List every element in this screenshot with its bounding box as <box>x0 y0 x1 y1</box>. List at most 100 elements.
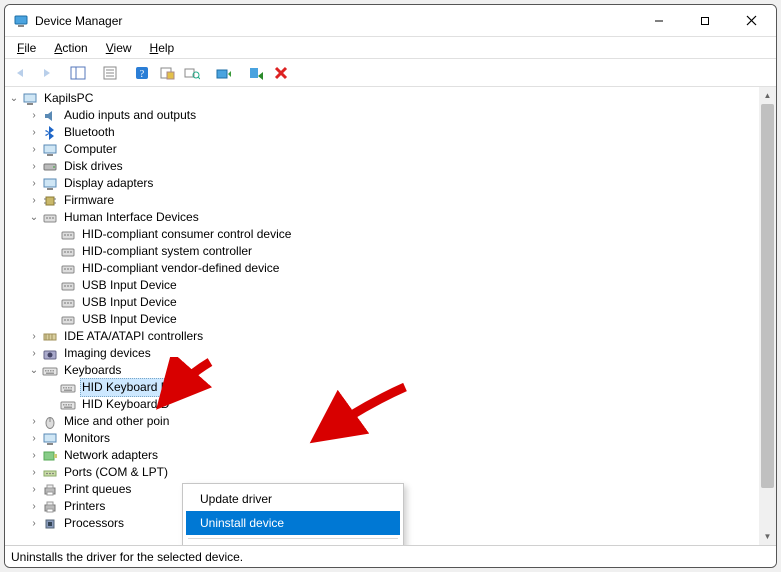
tree-item[interactable]: ›Monitors <box>5 430 759 447</box>
action-button[interactable] <box>155 61 179 85</box>
forward-button[interactable] <box>34 61 58 85</box>
expander-icon[interactable]: › <box>27 194 41 208</box>
expander-icon[interactable]: › <box>27 143 41 157</box>
tree-item[interactable]: › Imaging devices <box>5 345 759 362</box>
tree-label: Bluetooth <box>62 124 117 141</box>
keyboard-icon <box>42 363 58 379</box>
app-icon <box>13 13 29 29</box>
tree-item[interactable]: ›Disk drives <box>5 158 759 175</box>
printer-icon <box>42 499 58 515</box>
tree-label: KapilsPC <box>42 90 95 107</box>
vertical-scrollbar[interactable]: ▲ ▼ <box>759 87 776 545</box>
expander-icon[interactable]: › <box>27 449 41 463</box>
tree-label: HID-compliant vendor-defined device <box>80 260 281 277</box>
uninstall-button[interactable] <box>269 61 293 85</box>
tree-label: Printers <box>62 498 107 515</box>
expander-icon[interactable]: › <box>27 126 41 140</box>
context-menu: Update driverUninstall device Scan for ha… <box>182 483 404 545</box>
tree-label: HID Keyboard D <box>80 396 171 413</box>
tree-label: Keyboards <box>62 362 123 379</box>
tree-item[interactable]: USB Input Device <box>5 294 759 311</box>
menu-view[interactable]: View <box>98 39 140 57</box>
tree-item[interactable]: › Mice and other poin <box>5 413 759 430</box>
properties-button[interactable] <box>98 61 122 85</box>
window-title: Device Manager <box>35 14 636 28</box>
ide-icon <box>42 329 58 345</box>
expander-icon[interactable]: › <box>27 177 41 191</box>
tree-label: Imaging devices <box>62 345 153 362</box>
tree-label: Mice and other poin <box>62 413 171 430</box>
keyboard-icon <box>60 380 76 396</box>
hid-icon <box>60 261 76 277</box>
cpu-icon <box>42 516 58 532</box>
speaker-icon <box>42 108 58 124</box>
context-menu-item[interactable]: Update driver <box>186 487 400 511</box>
menu-file[interactable]: File <box>9 39 44 57</box>
expander-icon[interactable]: › <box>27 330 41 344</box>
disable-device-button[interactable] <box>244 61 268 85</box>
expander-icon[interactable]: ⌄ <box>7 92 21 106</box>
mouse-icon <box>42 414 58 430</box>
scroll-down-arrow[interactable]: ▼ <box>759 528 776 545</box>
expander-icon[interactable]: › <box>27 109 41 123</box>
tree-item[interactable]: HID Keyboard D <box>5 379 759 396</box>
back-button[interactable] <box>9 61 33 85</box>
tree-item[interactable]: HID-compliant system controller <box>5 243 759 260</box>
scroll-up-arrow[interactable]: ▲ <box>759 87 776 104</box>
tree-item[interactable]: HID-compliant vendor-defined device <box>5 260 759 277</box>
scan-hardware-button[interactable] <box>180 61 204 85</box>
expander-icon[interactable]: › <box>27 432 41 446</box>
expander-icon[interactable]: › <box>27 483 41 497</box>
minimize-button[interactable] <box>636 6 682 36</box>
expander-icon[interactable]: ⌄ <box>27 364 41 378</box>
scroll-thumb[interactable] <box>761 104 774 488</box>
update-driver-button[interactable] <box>212 61 236 85</box>
expander-icon[interactable]: › <box>27 500 41 514</box>
menu-action[interactable]: Action <box>46 39 95 57</box>
tree-item[interactable]: USB Input Device <box>5 311 759 328</box>
tree-label: HID-compliant system controller <box>80 243 254 260</box>
expander-icon[interactable]: › <box>27 466 41 480</box>
tree-item[interactable]: ⌄Human Interface Devices <box>5 209 759 226</box>
nic-icon <box>42 448 58 464</box>
menu-help[interactable]: Help <box>142 39 183 57</box>
context-menu-item[interactable]: Scan for hardware changes <box>186 542 400 545</box>
device-tree[interactable]: ⌄KapilsPC›Audio inputs and outputs›Bluet… <box>5 87 759 545</box>
tree-item[interactable]: › IDE ATA/ATAPI controllers <box>5 328 759 345</box>
tree-item[interactable]: › Network adapters <box>5 447 759 464</box>
tree-item[interactable]: › Ports (COM & LPT) <box>5 464 759 481</box>
tree-item[interactable]: ›Computer <box>5 141 759 158</box>
tree-item[interactable]: › Firmware <box>5 192 759 209</box>
status-bar: Uninstalls the driver for the selected d… <box>5 545 776 567</box>
keyboard-icon <box>60 397 76 413</box>
tree-item[interactable]: › Bluetooth <box>5 124 759 141</box>
expander-icon[interactable]: › <box>27 347 41 361</box>
tree-item[interactable]: ›Display adapters <box>5 175 759 192</box>
tree-label: USB Input Device <box>80 294 179 311</box>
port-icon <box>42 465 58 481</box>
tree-label: Ports (COM & LPT) <box>62 464 170 481</box>
window-controls <box>636 6 774 36</box>
tree-item[interactable]: ›Audio inputs and outputs <box>5 107 759 124</box>
tree-item[interactable]: ⌄ Keyboards <box>5 362 759 379</box>
tree-item[interactable]: USB Input Device <box>5 277 759 294</box>
expander-icon[interactable]: › <box>27 415 41 429</box>
svg-text:?: ? <box>140 69 145 80</box>
tree-item[interactable]: HID-compliant consumer control device <box>5 226 759 243</box>
tree-label: USB Input Device <box>80 311 179 328</box>
expander-icon[interactable]: › <box>27 517 41 531</box>
monitor-icon <box>42 431 58 447</box>
expander-icon[interactable]: ⌄ <box>27 211 41 225</box>
show-hide-tree-button[interactable] <box>66 61 90 85</box>
tree-label: Firmware <box>62 192 116 209</box>
expander-icon[interactable]: › <box>27 160 41 174</box>
maximize-button[interactable] <box>682 6 728 36</box>
tree-label: Network adapters <box>62 447 160 464</box>
tree-item[interactable]: HID Keyboard D <box>5 396 759 413</box>
help-button[interactable]: ? <box>130 61 154 85</box>
close-button[interactable] <box>728 6 774 36</box>
tree-label: Print queues <box>62 481 133 498</box>
tree-root[interactable]: ⌄ KapilsPC <box>5 90 759 107</box>
context-menu-item[interactable]: Uninstall device <box>186 511 400 535</box>
tree-label: IDE ATA/ATAPI controllers <box>62 328 205 345</box>
